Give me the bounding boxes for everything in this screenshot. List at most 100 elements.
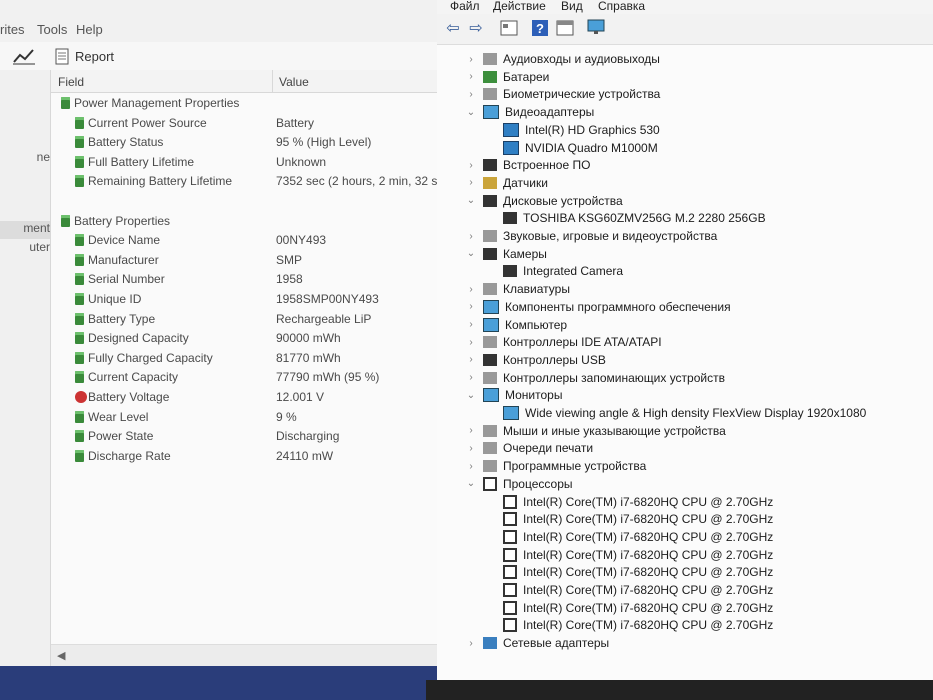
menu-tools[interactable]: Tools [37,22,67,37]
property-row[interactable]: Fully Charged Capacity 81770 mWh [51,349,440,368]
device-item[interactable]: NVIDIA Quadro M1000M [485,139,658,157]
device-item[interactable]: Intel(R) Core(TM) i7-6820HQ CPU @ 2.70GH… [485,599,773,617]
expand-chevron-icon[interactable]: › [465,301,477,312]
expand-chevron-icon[interactable]: › [465,89,477,100]
chart-icon[interactable] [12,46,36,66]
expand-chevron-icon[interactable]: › [465,319,477,330]
menu-help[interactable]: Help [76,22,103,37]
expand-chevron-icon[interactable]: › [465,284,477,295]
collapse-chevron-icon[interactable]: ⌄ [465,195,477,206]
device-icon [483,336,497,349]
horizontal-scrollbar[interactable]: ◀ [51,644,440,666]
device-category[interactable]: › Звуковые, игровые и видеоустройства [465,227,717,245]
device-category[interactable]: ⌄ Процессоры [465,475,573,493]
property-row[interactable]: Battery Status 95 % (High Level) [51,133,440,152]
expand-chevron-icon[interactable]: › [465,177,477,188]
property-row[interactable]: Current Capacity 77790 mWh (95 %) [51,368,440,387]
device-category[interactable]: › Компоненты программного обеспечения [465,298,731,316]
device-category[interactable]: › Очереди печати [465,439,593,457]
menu-favorites[interactable]: rites [0,22,25,37]
device-category[interactable]: ⌄ Мониторы [465,386,562,404]
property-row[interactable]: Serial Number 1958 [51,270,440,289]
property-row[interactable]: Device Name 00NY493 [51,231,440,250]
battery-icon [75,312,84,325]
property-group[interactable]: Battery Properties [51,212,440,231]
collapse-chevron-icon[interactable]: ⌄ [465,107,477,118]
device-category[interactable]: › Сетевые адаптеры [465,634,609,652]
device-item[interactable]: Intel(R) Core(TM) i7-6820HQ CPU @ 2.70GH… [485,581,773,599]
expand-chevron-icon[interactable]: › [465,461,477,472]
device-category[interactable]: › Встроенное ПО [465,156,590,174]
property-row[interactable]: Wear Level 9 % [51,408,440,427]
property-row[interactable]: Discharge Rate 24110 mW [51,447,440,466]
device-item[interactable]: Intel(R) Core(TM) i7-6820HQ CPU @ 2.70GH… [485,563,773,581]
device-category[interactable]: › Контроллеры запоминающих устройств [465,369,725,387]
device-category[interactable]: › Биометрические устройства [465,85,660,103]
property-row[interactable]: Current Power Source Battery [51,114,440,133]
property-row[interactable]: Remaining Battery Lifetime 7352 sec (2 ho… [51,172,440,191]
scroll-left-icon[interactable]: ◀ [57,649,65,662]
device-category[interactable]: › Компьютер [465,316,567,334]
sidebar-item-selected[interactable]: ment [0,221,50,239]
expand-chevron-icon[interactable]: › [465,54,477,65]
expand-chevron-icon[interactable]: › [465,354,477,365]
property-row[interactable]: Manufacturer SMP [51,251,440,270]
device-category[interactable]: ⌄ Дисковые устройства [465,192,623,210]
device-category[interactable]: › Батареи [465,68,549,86]
menu-view[interactable]: Вид [561,0,583,13]
menu-action[interactable]: Действие [493,0,546,13]
sidebar-item[interactable]: ne [0,150,50,164]
collapse-chevron-icon[interactable]: ⌄ [465,248,477,259]
forward-arrow-icon[interactable]: ⇨ [466,18,486,38]
property-row[interactable]: Designed Capacity 90000 mWh [51,329,440,348]
collapse-chevron-icon[interactable]: ⌄ [465,478,477,489]
property-row[interactable]: Power State Discharging [51,427,440,446]
expand-chevron-icon[interactable]: › [465,638,477,649]
property-group[interactable]: Power Management Properties [51,94,440,113]
device-item[interactable]: Intel(R) Core(TM) i7-6820HQ CPU @ 2.70GH… [485,510,773,528]
column-field[interactable]: Field [58,75,84,89]
property-row[interactable]: Battery Type Rechargeable LiP [51,310,440,329]
left-menubar: rites Tools Help [0,16,440,42]
device-label: Мыши и иные указывающие устройства [503,423,726,438]
device-category[interactable]: › Контроллеры IDE ATA/ATAPI [465,333,661,351]
property-row[interactable]: Battery Voltage 12.001 V [51,388,440,407]
expand-chevron-icon[interactable]: › [465,160,477,171]
expand-chevron-icon[interactable]: › [465,337,477,348]
device-category[interactable]: ⌄ Камеры [465,245,547,263]
device-category[interactable]: › Мыши и иные указывающие устройства [465,422,726,440]
device-item[interactable]: Wide viewing angle & High density FlexVi… [485,404,866,422]
device-category[interactable]: › Клавиатуры [465,280,570,298]
menu-file[interactable]: Файл [450,0,480,13]
device-item[interactable]: Intel(R) HD Graphics 530 [485,121,660,139]
device-item[interactable]: Intel(R) Core(TM) i7-6820HQ CPU @ 2.70GH… [485,493,773,511]
taskbar-edge [426,680,933,700]
report-button[interactable]: Report [55,44,114,68]
properties-icon[interactable] [499,18,519,38]
device-item[interactable]: TOSHIBA KSG60ZMV256G M.2 2280 256GB [485,209,766,227]
device-category[interactable]: › Датчики [465,174,548,192]
device-item[interactable]: Intel(R) Core(TM) i7-6820HQ CPU @ 2.70GH… [485,616,773,634]
expand-chevron-icon[interactable]: › [465,443,477,454]
property-row[interactable]: Full Battery Lifetime Unknown [51,153,440,172]
collapse-chevron-icon[interactable]: ⌄ [465,390,477,401]
expand-chevron-icon[interactable]: › [465,71,477,82]
back-arrow-icon[interactable]: ⇦ [443,18,463,38]
property-row[interactable]: Unique ID 1958SMP00NY493 [51,290,440,309]
device-category[interactable]: › Контроллеры USB [465,351,606,369]
column-value[interactable]: Value [279,75,309,89]
expand-chevron-icon[interactable]: › [465,231,477,242]
help-icon[interactable]: ? [530,18,550,38]
device-item[interactable]: Intel(R) Core(TM) i7-6820HQ CPU @ 2.70GH… [485,528,773,546]
device-item[interactable]: Intel(R) Core(TM) i7-6820HQ CPU @ 2.70GH… [485,546,773,564]
expand-chevron-icon[interactable]: › [465,425,477,436]
monitor-scan-icon[interactable] [586,18,606,38]
device-category[interactable]: ⌄ Видеоадаптеры [465,103,594,121]
device-category[interactable]: › Программные устройства [465,457,646,475]
sidebar-item[interactable]: uter [0,240,50,254]
device-item[interactable]: Integrated Camera [485,262,623,280]
device-category[interactable]: › Аудиовходы и аудиовыходы [465,50,660,68]
window-icon[interactable] [555,18,575,38]
expand-chevron-icon[interactable]: › [465,372,477,383]
menu-help[interactable]: Справка [598,0,645,13]
